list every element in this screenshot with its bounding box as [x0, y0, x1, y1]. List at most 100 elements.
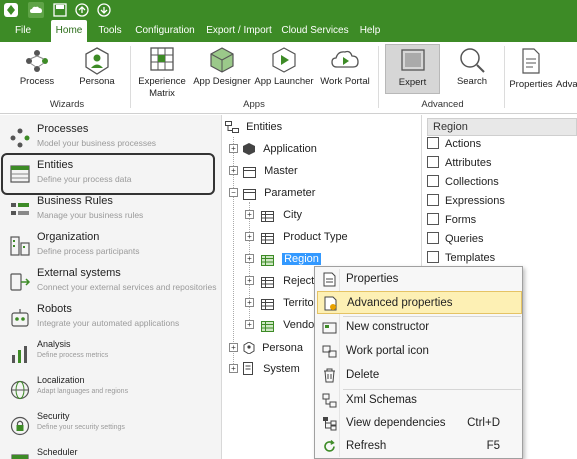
nav-organization[interactable]: Organization Define process participants [0, 228, 222, 264]
expressions-item[interactable]: Expressions [427, 192, 505, 211]
upload-icon[interactable] [74, 2, 90, 18]
properties-icon [521, 48, 541, 74]
tab-help[interactable]: Help [356, 20, 384, 42]
expand-region-toggle[interactable]: + [245, 254, 254, 263]
tree-node-product-type[interactable]: Product Type [261, 227, 348, 247]
refresh-icon [322, 439, 337, 454]
forms-item[interactable]: Forms [427, 211, 476, 230]
advanced-button[interactable]: Adva [556, 42, 577, 98]
nav-localization[interactable]: Localization Adapt languages and regions [0, 372, 222, 408]
tree-label: Entities [246, 121, 283, 133]
nav-title: Business Rules [37, 195, 113, 207]
work-portal-button[interactable]: Work Portal [317, 42, 373, 98]
collections-icon [427, 175, 439, 188]
menu-item-view-dependencies[interactable]: View dependencies Ctrl+D [317, 412, 522, 435]
tree-node-territory[interactable]: Territo [261, 293, 314, 313]
expand-master-toggle[interactable]: + [229, 166, 238, 175]
nav-subtitle: Adapt languages and regions [37, 388, 129, 395]
collapse-parameter-toggle[interactable]: − [229, 188, 238, 197]
search-button[interactable]: Search [446, 42, 498, 98]
menu-item-advanced-properties[interactable]: Advanced properties [317, 291, 522, 314]
menu-item-work-portal-icon[interactable]: Work portal icon [317, 340, 522, 363]
table-green-icon [261, 253, 274, 266]
nav-analysis[interactable]: Analysis Define process metrics [0, 336, 222, 372]
nav-scheduler[interactable]: Scheduler [0, 444, 222, 459]
process-button[interactable]: Process [10, 42, 64, 98]
tree-node-master[interactable]: Master [243, 161, 298, 181]
download-icon[interactable] [96, 2, 112, 18]
tab-file[interactable]: File [8, 20, 38, 42]
properties-label: Properties [509, 79, 553, 90]
menu-item-xml-schemas[interactable]: Xml Schemas [317, 389, 522, 412]
tab-home[interactable]: Home [51, 20, 87, 42]
expand-system-toggle[interactable]: + [229, 364, 238, 373]
tab-export-import[interactable]: Export / Import [204, 20, 274, 42]
collections-item[interactable]: Collections [427, 173, 499, 192]
tree-label: Persona [262, 342, 304, 354]
tree-node-parameter[interactable]: Parameter [243, 183, 315, 203]
actions-icon [427, 137, 439, 150]
tree-node-application[interactable]: Application [243, 139, 317, 159]
ctx-label: View dependencies [346, 417, 446, 429]
tab-configuration[interactable]: Configuration [133, 20, 197, 42]
nav-security[interactable]: Security Define your security settings [0, 408, 222, 444]
persona-button[interactable]: Persona [70, 42, 124, 98]
rp-label: Templates [445, 252, 496, 264]
menu-item-new-constructor[interactable]: New constructor [317, 316, 522, 339]
expressions-icon [427, 194, 439, 207]
tree-root-entities[interactable]: Entities [225, 117, 282, 137]
app-designer-button[interactable]: App Designer [192, 42, 252, 98]
tree-node-region[interactable]: Region [261, 249, 321, 269]
ctx-shortcut: F5 [486, 440, 500, 452]
menu-item-delete[interactable]: Delete [317, 364, 522, 387]
expand-product-type-toggle[interactable]: + [245, 232, 254, 241]
app-launcher-button[interactable]: App Launcher [254, 42, 314, 98]
properties-button[interactable]: Properties [508, 42, 554, 98]
expert-label: Expert [398, 77, 427, 88]
nav-robots[interactable]: Robots Integrate your automated applicat… [0, 300, 222, 336]
system-icon [243, 361, 253, 375]
nav-external-systems[interactable]: External systems Connect your external s… [0, 264, 222, 300]
rp-label: Actions [445, 138, 482, 150]
expand-territory-toggle[interactable]: + [245, 298, 254, 307]
tab-tools[interactable]: Tools [94, 20, 126, 42]
cloud-icon[interactable] [28, 2, 44, 18]
menu-item-properties[interactable]: Properties [317, 268, 522, 291]
nav-processes[interactable]: Processes Model your business processes [0, 120, 222, 156]
security-icon [9, 415, 31, 437]
tree-node-vendor[interactable]: Vendo [261, 315, 314, 335]
tab-cloud-services[interactable]: Cloud Services [281, 20, 349, 42]
actions-item[interactable]: Actions [427, 135, 481, 154]
external-systems-icon [9, 271, 31, 293]
dependencies-icon [322, 416, 337, 431]
nav-title: Analysis [37, 339, 71, 349]
experience-matrix-button[interactable]: Experience Matrix [134, 42, 190, 100]
tree-node-persona[interactable]: Persona [243, 338, 303, 358]
tree-node-system[interactable]: System [243, 359, 300, 379]
expert-button[interactable]: Expert [385, 44, 440, 94]
rp-label: Queries [445, 233, 484, 245]
expand-city-toggle[interactable]: + [245, 210, 254, 219]
expand-reject-toggle[interactable]: + [245, 276, 254, 285]
ctx-label: New constructor [346, 321, 430, 333]
attributes-icon [427, 156, 439, 169]
expand-persona-toggle[interactable]: + [229, 343, 238, 352]
tree-node-city[interactable]: City [261, 205, 302, 225]
nav-business-rules[interactable]: Business Rules Manage your business rule… [0, 192, 222, 228]
analysis-icon [9, 343, 31, 365]
nav-subtitle: Define your security settings [37, 424, 125, 431]
tree-label: Vendo [283, 319, 315, 331]
tree-node-reject[interactable]: Reject [261, 271, 314, 291]
attributes-item[interactable]: Attributes [427, 154, 491, 173]
ribbon: Process Persona Wizards Experience Matri… [0, 42, 577, 114]
nav-title: Processes [37, 123, 89, 135]
expand-vendor-toggle[interactable]: + [245, 320, 254, 329]
expand-application-toggle[interactable]: + [229, 144, 238, 153]
save-icon[interactable] [52, 2, 68, 18]
nav-subtitle: Define process metrics [37, 352, 109, 359]
rp-label: Expressions [445, 195, 505, 207]
queries-item[interactable]: Queries [427, 230, 484, 249]
advanced-properties-icon [323, 296, 338, 311]
work-portal-icon [322, 344, 337, 359]
menu-item-refresh[interactable]: Refresh F5 [317, 435, 522, 458]
